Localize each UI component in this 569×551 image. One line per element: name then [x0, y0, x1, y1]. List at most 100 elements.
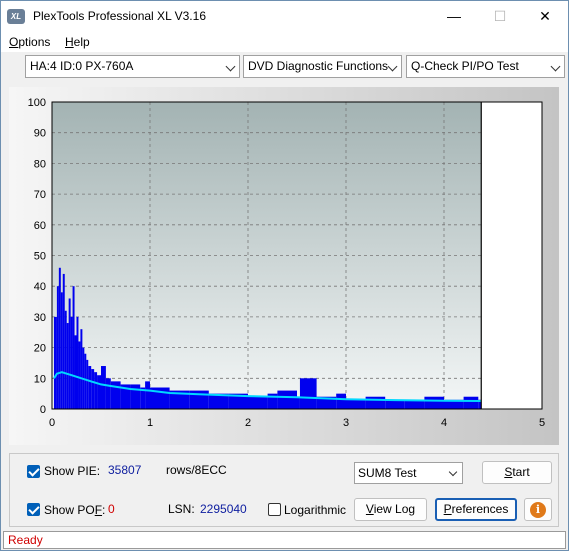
view-log-label: iew Log — [373, 502, 416, 516]
pie-bar — [346, 399, 366, 409]
pie-bar — [336, 393, 346, 409]
pie-bar — [94, 372, 98, 409]
pie-count-value: 35807 — [108, 463, 142, 477]
pie-bar — [56, 286, 59, 409]
pie-bar — [60, 292, 63, 409]
preferences-label: references — [451, 502, 509, 516]
drive-select-value: HA:4 ID:0 PX-760A — [30, 59, 134, 73]
pie-bar — [84, 353, 87, 409]
y-tick-label: 10 — [34, 373, 46, 385]
pie-bar — [145, 381, 150, 409]
pie-bar — [97, 375, 101, 409]
pie-bar — [277, 390, 297, 409]
pie-bar — [80, 329, 83, 409]
title-bar[interactable]: XL PlexTools Professional XL V3.16 — ☐ ✕ — [1, 1, 568, 32]
function-select[interactable]: DVD Diagnostic Functions — [243, 55, 402, 78]
y-tick-label: 90 — [34, 128, 46, 140]
start-button[interactable]: Start — [482, 461, 552, 484]
view-log-button[interactable]: View Log — [354, 498, 427, 521]
show-pie-label: Show PIE: — [44, 464, 101, 478]
chevron-down-icon — [448, 467, 458, 477]
maximize-button[interactable]: ☐ — [477, 1, 523, 32]
pie-bar — [74, 335, 77, 409]
y-tick-label: 100 — [28, 97, 46, 109]
pie-bar — [105, 378, 111, 409]
logarithmic-label: Logarithmic — [284, 503, 347, 517]
y-tick-label: 60 — [34, 220, 46, 232]
pie-bar — [297, 396, 300, 409]
show-pie-checkbox[interactable] — [27, 465, 40, 478]
pie-bar — [76, 316, 79, 409]
start-label: tart — [512, 465, 530, 479]
preferences-accel: P — [443, 502, 452, 516]
status-bar: Ready — [3, 531, 566, 549]
pie-bar — [68, 298, 71, 409]
x-tick-label: 5 — [539, 417, 545, 429]
pi-po-chart: 0 10 20 30 40 50 60 70 80 90 100 0 1 2 3 4 5 — [28, 97, 545, 429]
y-tick-label: 50 — [34, 251, 46, 263]
chevron-down-icon — [225, 61, 236, 72]
y-tick-label: 40 — [34, 281, 46, 293]
menu-help-label: elp — [73, 35, 90, 49]
minimize-button[interactable]: — — [431, 1, 477, 32]
menu-options[interactable]: Options — [9, 35, 50, 49]
pie-bar — [101, 366, 106, 409]
show-pof-colon: : — [102, 503, 106, 517]
pie-bar — [463, 396, 479, 409]
menu-options-accel: O — [9, 35, 19, 49]
sum-test-select[interactable]: SUM8 Test — [354, 462, 463, 484]
chevron-down-icon — [550, 61, 561, 72]
pie-bar — [299, 378, 317, 409]
show-pof-checkbox[interactable] — [27, 503, 40, 516]
menu-help[interactable]: Help — [65, 35, 90, 49]
pie-bar — [62, 273, 65, 409]
drive-select[interactable]: HA:4 ID:0 PX-760A — [25, 55, 240, 78]
app-logo-icon: XL — [7, 9, 25, 24]
app-window: XL PlexTools Professional XL V3.16 — ☐ ✕… — [0, 0, 569, 551]
pie-bar — [66, 323, 69, 409]
pie-bar — [53, 316, 57, 409]
status-text: Ready — [8, 533, 43, 547]
pie-bar — [86, 359, 89, 409]
plot-unused-area — [481, 102, 542, 409]
toolbar: HA:4 ID:0 PX-760A DVD Diagnostic Functio… — [1, 52, 568, 82]
x-tick-label: 2 — [245, 417, 251, 429]
close-button[interactable]: ✕ — [522, 1, 568, 32]
chart-panel: 0 10 20 30 40 50 60 70 80 90 100 0 1 2 3 4 5 — [9, 87, 559, 445]
info-icon: i — [530, 502, 546, 518]
pie-bar — [365, 396, 386, 409]
test-select[interactable]: Q-Check PI/PO Test — [406, 55, 565, 78]
lsn-value: 2295040 — [200, 502, 247, 516]
x-tick-label: 0 — [49, 417, 55, 429]
window-title: PlexTools Professional XL V3.16 — [33, 9, 206, 23]
y-tick-label: 70 — [34, 189, 46, 201]
x-tick-label: 3 — [343, 417, 349, 429]
show-pof-label: Show POF: — [44, 503, 105, 517]
menu-options-label: ptions — [18, 35, 51, 49]
function-select-value: DVD Diagnostic Functions — [248, 59, 389, 73]
pie-bar — [424, 396, 444, 409]
x-tick-label: 4 — [441, 417, 447, 429]
preferences-button[interactable]: Preferences — [435, 498, 517, 521]
sum-test-value: SUM8 Test — [358, 466, 417, 480]
pie-bar — [72, 286, 75, 409]
pie-bar — [58, 267, 61, 409]
y-tick-label: 30 — [34, 312, 46, 324]
menu-bar: Options Help — [1, 32, 568, 52]
show-pof-text: Show PO — [44, 503, 95, 517]
pie-bar — [88, 366, 92, 409]
lsn-label: LSN: — [168, 502, 195, 516]
pie-bar — [64, 310, 67, 409]
show-pof-accel: F — [94, 503, 103, 517]
chevron-down-icon — [387, 61, 398, 72]
pie-bar — [78, 341, 81, 409]
pie-bar — [248, 396, 268, 409]
pie-bar — [91, 369, 95, 409]
y-tick-label: 80 — [34, 158, 46, 170]
logarithmic-checkbox[interactable] — [268, 503, 281, 516]
y-tick-label: 20 — [34, 343, 46, 355]
view-log-accel: V — [365, 502, 374, 516]
info-button[interactable]: i — [524, 498, 552, 521]
y-tick-label: 0 — [40, 404, 46, 416]
pie-bar — [70, 316, 73, 409]
